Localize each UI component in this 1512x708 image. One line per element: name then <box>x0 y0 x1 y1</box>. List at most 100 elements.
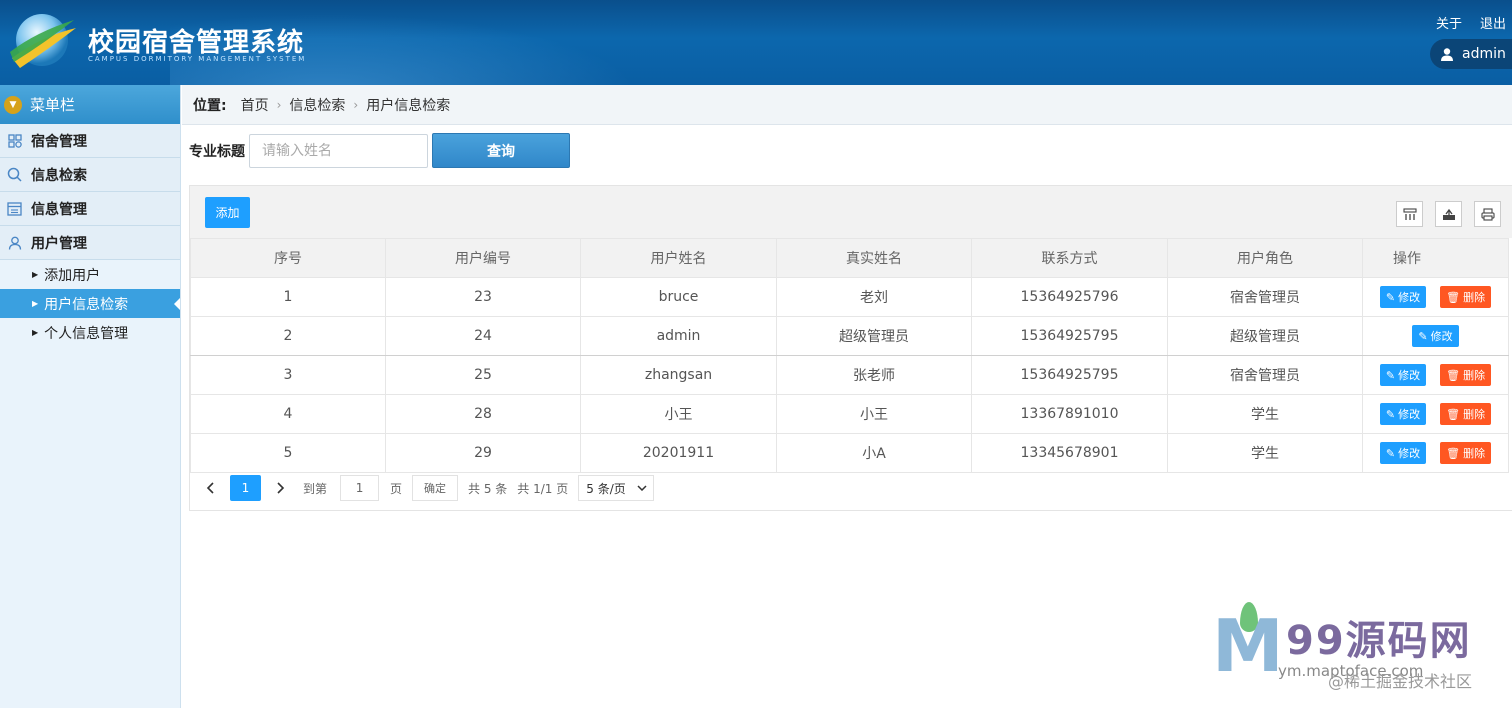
sidebar-item-users[interactable]: 用户管理 <box>0 226 180 260</box>
table-toolbar: 添加 <box>190 186 1512 238</box>
dorm-icon <box>7 133 22 148</box>
edit-label: 修改 <box>1430 330 1453 343</box>
breadcrumb-home[interactable]: 首页 <box>241 95 269 115</box>
cell-seq: 4 <box>190 394 386 434</box>
delete-button[interactable]: 🗑 删除 <box>1440 364 1492 386</box>
cell-realname: 老刘 <box>776 277 972 317</box>
watermark-community: @稀土掘金技术社区 <box>1328 672 1473 691</box>
print-icon[interactable] <box>1474 201 1501 227</box>
trash-icon: 🗑 <box>1446 290 1461 304</box>
watermark-brand: 99源码网 <box>1286 618 1472 664</box>
sidebar-subitem-profile[interactable]: ▶ 个人信息管理 <box>0 318 180 347</box>
cell-actions: ✎ 修改 🗑 删除 <box>1362 277 1509 317</box>
sidebar-subitem-user-search[interactable]: ▶ 用户信息检索 <box>0 289 180 318</box>
trash-icon: 🗑 <box>1446 407 1461 421</box>
cell-role: 宿舍管理员 <box>1167 355 1363 395</box>
app-title: 校园宿舍管理系统 <box>88 28 305 58</box>
column-header: 操作 <box>1362 238 1509 278</box>
cell-seq: 1 <box>190 277 386 317</box>
user-badge[interactable]: admin <box>1430 39 1512 69</box>
prev-page-icon[interactable] <box>202 482 218 494</box>
cell-seq: 2 <box>190 316 386 356</box>
edit-button[interactable]: ✎ 修改 <box>1379 403 1427 425</box>
top-links: 关于 退出 <box>1436 13 1506 32</box>
sidebar-subitem-label: 用户信息检索 <box>44 296 129 313</box>
page-number-current[interactable]: 1 <box>230 475 261 501</box>
add-button[interactable]: 添加 <box>205 197 250 228</box>
export-icon[interactable] <box>1435 201 1462 227</box>
breadcrumb-separator-icon: › <box>353 97 359 112</box>
table-row[interactable]: 1 23 bruce 老刘 15364925796 宿舍管理员 ✎ 修改 🗑 删除 <box>190 277 1509 317</box>
cell-id: 25 <box>385 355 581 395</box>
column-header[interactable]: 联系方式 <box>971 238 1168 278</box>
column-header[interactable]: 用户姓名 <box>580 238 777 278</box>
pencil-icon: ✎ <box>1385 290 1396 304</box>
sidebar-subitem-add-user[interactable]: ▶ 添加用户 <box>0 260 180 289</box>
edit-label: 修改 <box>1398 408 1421 421</box>
watermark: M 99源码网 ym.maptoface.com @稀土掘金技术社区 <box>1208 600 1508 700</box>
table-row[interactable]: 3 25 zhangsan 张老师 15364925795 宿舍管理员 ✎ 修改 … <box>190 355 1509 395</box>
breadcrumb: 位置: 首页 › 信息检索 › 用户信息检索 <box>182 85 1512 125</box>
sidebar-item-label: 宿舍管理 <box>31 133 87 150</box>
cell-phone: 13367891010 <box>971 394 1168 434</box>
column-header[interactable]: 真实姓名 <box>776 238 972 278</box>
header-bar: 校园宿舍管理系统 CAMPUS DORMITORY MANGEMENT SYST… <box>0 0 1512 85</box>
caret-right-icon: ▶ <box>32 299 39 308</box>
logout-link[interactable]: 退出 <box>1480 13 1506 32</box>
breadcrumb-info-search[interactable]: 信息检索 <box>289 95 345 115</box>
cell-actions: ✎ 修改 🗑 删除 <box>1362 355 1509 395</box>
chevron-down-icon: ▼ <box>4 95 22 114</box>
caret-right-icon: ▶ <box>32 328 39 337</box>
edit-button[interactable]: ✎ 修改 <box>1379 286 1427 308</box>
sidebar-item-dorm[interactable]: 宿舍管理 <box>0 124 180 158</box>
cell-role: 超级管理员 <box>1167 316 1363 356</box>
user-icon <box>7 235 22 250</box>
cell-username: admin <box>580 316 777 356</box>
goto-page-input[interactable] <box>340 475 380 501</box>
cell-role: 学生 <box>1167 394 1363 434</box>
table-row[interactable]: 2 24 admin 超级管理员 15364925795 超级管理员 ✎ 修改 <box>190 316 1509 356</box>
column-header[interactable]: 序号 <box>190 238 386 278</box>
delete-button[interactable]: 🗑 删除 <box>1440 403 1492 425</box>
sidebar-item-info[interactable]: 信息管理 <box>0 192 180 226</box>
pencil-icon: ✎ <box>1385 368 1396 382</box>
cell-phone: 15364925795 <box>971 355 1168 395</box>
table-row[interactable]: 4 28 小王 小王 13367891010 学生 ✎ 修改 🗑 删除 <box>190 394 1509 434</box>
edit-button[interactable]: ✎ 修改 <box>1379 442 1427 464</box>
columns-filter-icon[interactable] <box>1396 201 1423 227</box>
cell-realname: 小王 <box>776 394 972 434</box>
menu-header[interactable]: ▼ 菜单栏 <box>0 85 180 124</box>
caret-right-icon: ▶ <box>32 270 39 279</box>
cell-realname: 张老师 <box>776 355 972 395</box>
user-avatar-icon <box>1441 48 1453 61</box>
page-size-value: 5 条/页 <box>586 481 626 496</box>
sidebar-item-label: 信息检索 <box>31 167 87 184</box>
table-header-row: 序号 用户编号 用户姓名 真实姓名 联系方式 用户角色 操作 <box>190 238 1509 278</box>
cell-seq: 3 <box>190 355 386 395</box>
delete-button[interactable]: 🗑 删除 <box>1440 286 1492 308</box>
sidebar-item-search[interactable]: 信息检索 <box>0 158 180 192</box>
about-link[interactable]: 关于 <box>1436 13 1462 32</box>
delete-button[interactable]: 🗑 删除 <box>1440 442 1492 464</box>
confirm-goto-button[interactable]: 确定 <box>412 475 459 501</box>
search-label: 专业标题 <box>189 143 245 160</box>
cell-actions: ✎ 修改 <box>1362 316 1509 356</box>
query-button[interactable]: 查询 <box>432 133 570 168</box>
search-input[interactable] <box>249 133 428 168</box>
pagination: 1 到第 页 确定 共 5 条 共 1/1 页 5 条/页 <box>190 464 1512 512</box>
column-header[interactable]: 用户角色 <box>1167 238 1363 278</box>
next-page-icon[interactable] <box>273 482 289 494</box>
page-size-select[interactable]: 5 条/页 <box>578 475 655 501</box>
edit-button[interactable]: ✎ 修改 <box>1379 364 1427 386</box>
delete-label: 删除 <box>1463 369 1486 382</box>
search-form: 专业标题 查询 <box>189 133 570 168</box>
column-header[interactable]: 用户编号 <box>385 238 581 278</box>
edit-button[interactable]: ✎ 修改 <box>1412 325 1459 347</box>
page-label: 页 <box>390 481 403 496</box>
list-icon <box>7 201 22 216</box>
cell-username: 小王 <box>580 394 777 434</box>
delete-label: 删除 <box>1463 447 1486 460</box>
globe-logo-icon <box>10 14 76 68</box>
cell-username: zhangsan <box>580 355 777 395</box>
delete-label: 删除 <box>1463 408 1486 421</box>
